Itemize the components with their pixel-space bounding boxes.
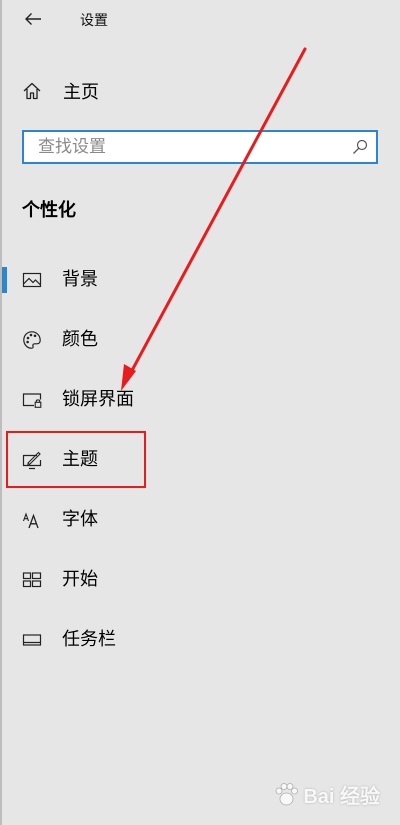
nav-item-colors[interactable]: 颜色 <box>0 320 400 360</box>
home-link[interactable]: 主页 <box>22 78 99 104</box>
nav-item-background[interactable]: 背景 <box>0 260 400 300</box>
nav-item-themes[interactable]: 主题 <box>0 440 400 480</box>
nav-item-taskbar[interactable]: 任务栏 <box>0 620 400 660</box>
section-title: 个性化 <box>22 200 76 221</box>
paw-icon <box>275 782 299 805</box>
active-indicator <box>2 267 7 293</box>
palette-icon <box>23 331 41 349</box>
taskbar-icon <box>22 634 42 646</box>
lock-screen-icon <box>22 393 42 408</box>
nav-item-label: 锁屏界面 <box>62 389 134 410</box>
nav-item-start[interactable]: 开始 <box>0 560 400 600</box>
nav-item-label: 颜色 <box>62 329 98 350</box>
font-icon <box>22 512 39 529</box>
home-label: 主页 <box>63 82 99 103</box>
search-icon[interactable] <box>352 139 368 155</box>
search-input[interactable] <box>24 132 344 162</box>
nav-item-label: 主题 <box>62 449 98 470</box>
nav-item-fonts[interactable]: 字体 <box>0 500 400 540</box>
nav-item-label: 任务栏 <box>62 629 116 650</box>
search-box[interactable] <box>22 130 378 164</box>
back-arrow-icon <box>25 13 41 25</box>
back-button[interactable] <box>18 6 48 32</box>
nav-item-label: 开始 <box>62 569 98 590</box>
nav-item-label: 字体 <box>62 509 98 530</box>
window-title: 设置 <box>80 13 108 29</box>
picture-icon <box>22 272 42 288</box>
watermark: Bai 经验 <box>273 780 380 809</box>
theme-icon <box>22 451 42 470</box>
start-icon <box>22 572 42 588</box>
watermark-text: Bai 经验 <box>303 786 380 808</box>
nav-item-lock-screen[interactable]: 锁屏界面 <box>0 380 400 420</box>
home-icon <box>23 82 41 100</box>
nav-item-label: 背景 <box>62 269 98 290</box>
